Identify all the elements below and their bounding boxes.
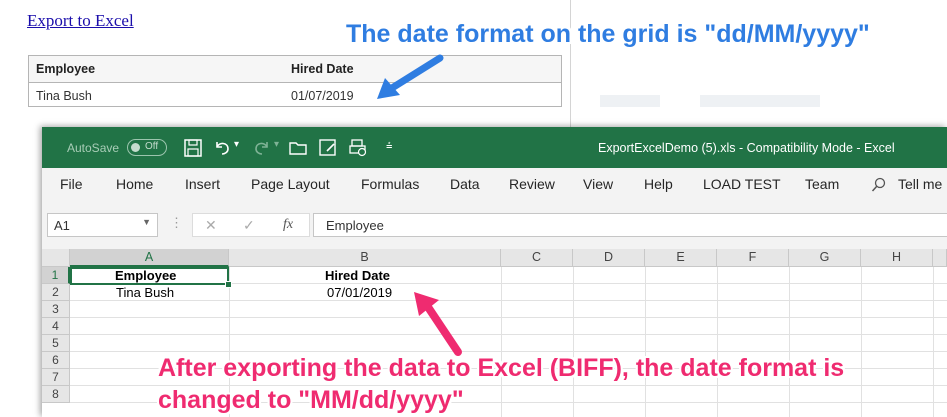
gridline	[70, 317, 947, 318]
background-blur	[600, 95, 660, 107]
gridline	[70, 300, 947, 301]
grid-header-hired-date[interactable]: Hired Date	[291, 62, 354, 76]
customize-toolbar-icon[interactable]: ⩮	[386, 140, 406, 160]
grid-cell-hired-date: 01/07/2019	[291, 89, 354, 103]
column-header-g[interactable]: G	[789, 249, 861, 267]
enter-icon[interactable]: ✓	[243, 217, 255, 234]
grid-header-row: Employee Hired Date	[29, 56, 561, 83]
grid-header-employee[interactable]: Employee	[36, 62, 95, 76]
gridline	[861, 267, 862, 417]
column-header-d[interactable]: D	[573, 249, 645, 267]
ribbon-tabs: File Home Insert Page Layout Formulas Da…	[42, 168, 947, 200]
tab-page-layout[interactable]: Page Layout	[251, 176, 330, 192]
chevron-down-icon[interactable]: ▼	[142, 217, 151, 227]
save-as-icon[interactable]	[318, 138, 338, 158]
tab-file[interactable]: File	[60, 176, 83, 192]
name-box[interactable]: A1 ▼	[47, 213, 158, 237]
annotation-line-2: changed to "MM/dd/yyyy"	[158, 386, 464, 414]
row-header-7[interactable]: 7	[42, 369, 70, 386]
formula-bar: A1 ▼ ⋮ ✕ ✓ fx Employee	[42, 200, 947, 249]
window-title: ExportExcelDemo (5).xls - Compatibility …	[598, 141, 895, 155]
row-header-5[interactable]: 5	[42, 335, 70, 352]
grid-cell-employee: Tina Bush	[36, 89, 92, 103]
cell-b2[interactable]: 07/01/2019	[327, 285, 392, 300]
annotation-line-1: After exporting the data to Excel (BIFF)…	[158, 354, 845, 382]
tab-data[interactable]: Data	[450, 176, 480, 192]
tab-formulas[interactable]: Formulas	[361, 176, 419, 192]
insert-function-icon[interactable]: fx	[283, 217, 293, 233]
active-cell-border	[70, 267, 229, 285]
redo-icon[interactable]	[252, 138, 272, 158]
row-header-1[interactable]: 1	[42, 267, 70, 284]
column-header-e[interactable]: E	[645, 249, 717, 267]
tab-home[interactable]: Home	[116, 176, 153, 192]
formula-content: Employee	[326, 218, 384, 233]
column-header-c[interactable]: C	[501, 249, 573, 267]
save-icon[interactable]	[183, 138, 203, 158]
column-header-a[interactable]: A	[70, 249, 229, 267]
row-header-3[interactable]: 3	[42, 301, 70, 318]
excel-title-bar: AutoSave Off ▾ ▾ ⩮ ExportExcelDemo (5).x…	[42, 127, 947, 168]
autosave-toggle[interactable]: Off	[127, 139, 167, 156]
row-header-4[interactable]: 4	[42, 318, 70, 335]
column-header-f[interactable]: F	[717, 249, 789, 267]
tab-review[interactable]: Review	[509, 176, 555, 192]
row-header-2[interactable]: 2	[42, 284, 70, 301]
background-blur	[700, 95, 820, 107]
tab-team[interactable]: Team	[805, 176, 839, 192]
tab-insert[interactable]: Insert	[185, 176, 220, 192]
gridline	[933, 267, 934, 417]
tab-view[interactable]: View	[583, 176, 613, 192]
annotation-grid-format: The date format on the grid is "dd/MM/yy…	[346, 20, 870, 48]
autosave-state: Off	[145, 141, 159, 152]
autosave-label: AutoSave	[67, 141, 120, 155]
formula-input[interactable]: Employee	[313, 213, 947, 237]
employee-grid: Employee Hired Date Tina Bush 01/07/2019	[28, 55, 562, 107]
row-header-6[interactable]: 6	[42, 352, 70, 369]
cell-b1[interactable]: Hired Date	[325, 268, 390, 283]
gridline	[70, 334, 947, 335]
open-folder-icon[interactable]	[288, 138, 308, 158]
toggle-knob	[131, 143, 140, 152]
column-header-h[interactable]: H	[861, 249, 933, 267]
print-preview-icon[interactable]	[348, 138, 368, 158]
fill-handle[interactable]	[225, 281, 232, 288]
formula-buttons: ✕ ✓ fx	[192, 213, 310, 237]
name-box-value: A1	[54, 218, 70, 233]
undo-icon[interactable]	[212, 138, 232, 158]
column-header-b[interactable]: B	[229, 249, 501, 267]
annotation-excel-format: After exporting the data to Excel (BIFF)…	[158, 352, 844, 416]
column-header-partial[interactable]	[933, 249, 947, 267]
cell-a2[interactable]: Tina Bush	[116, 285, 174, 300]
more-options-icon[interactable]: ⋮	[170, 215, 183, 231]
export-to-excel-link[interactable]: Export to Excel	[27, 11, 134, 31]
tell-me-box[interactable]: Tell me	[898, 176, 942, 192]
select-all-corner[interactable]	[42, 249, 70, 267]
tab-load-test[interactable]: LOAD TEST	[703, 176, 781, 192]
row-header-8[interactable]: 8	[42, 386, 70, 403]
table-row[interactable]: Tina Bush 01/07/2019	[29, 83, 561, 107]
tab-help[interactable]: Help	[644, 176, 673, 192]
search-icon[interactable]	[871, 177, 887, 193]
undo-dropdown-icon[interactable]: ▾	[234, 139, 254, 159]
cancel-icon[interactable]: ✕	[205, 217, 217, 234]
